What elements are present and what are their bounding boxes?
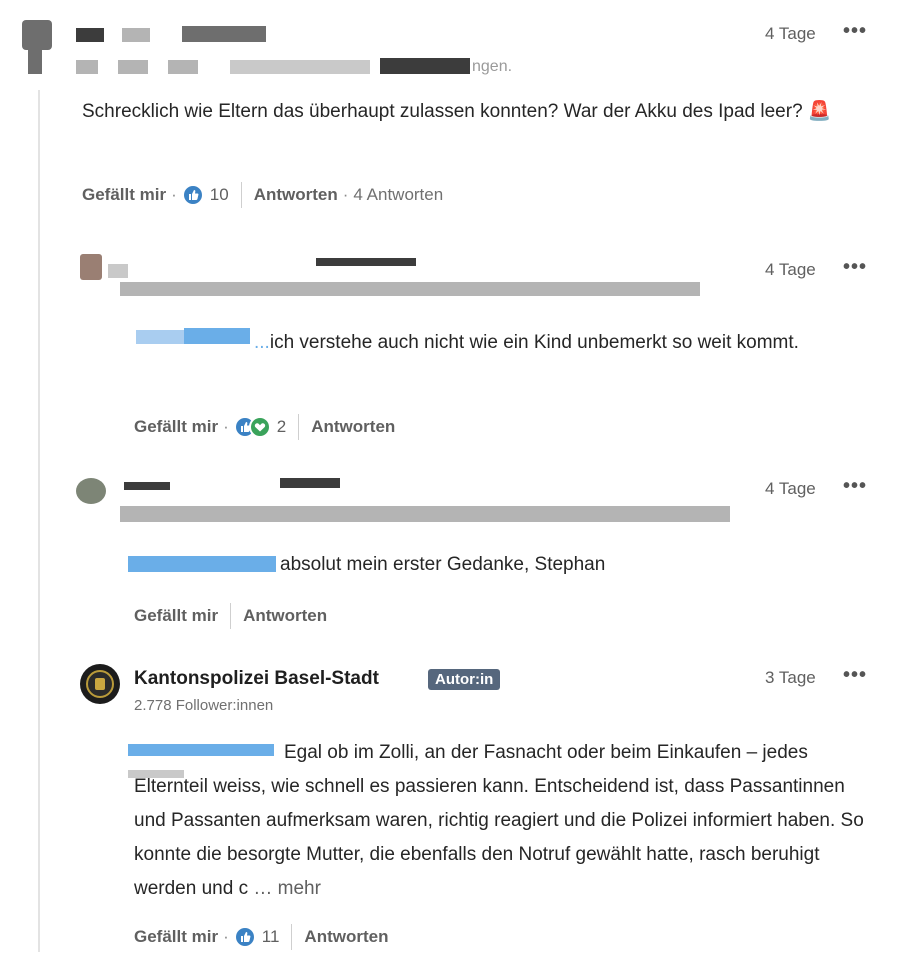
reply-button[interactable]: Antworten <box>304 927 388 947</box>
author-name[interactable]: Kantonspolizei Basel-Stadt <box>134 668 379 690</box>
author-name-redacted[interactable] <box>76 28 104 42</box>
author-name-redacted[interactable] <box>316 258 416 266</box>
divider <box>298 414 300 440</box>
comment-time: 3 Tage <box>765 668 816 687</box>
reply-count[interactable]: 4 Antworten <box>353 185 443 205</box>
support-reaction-icon[interactable] <box>248 416 271 438</box>
like-button[interactable]: Gefällt mir <box>82 185 166 205</box>
comment-actions: Gefällt mir · 10 Antworten · 4 Antworten <box>82 182 443 208</box>
redacted-block <box>280 478 340 488</box>
redacted-block <box>168 60 198 74</box>
comment-time: 4 Tage <box>765 24 816 43</box>
comment-text: Egal ob im Zolli, an der Fasnacht oder b… <box>134 742 864 899</box>
comment-time: 4 Tage <box>765 260 816 279</box>
redacted-block <box>182 26 266 42</box>
headline-fragment: ngen. <box>472 58 513 75</box>
more-options-icon[interactable]: ••• <box>843 256 867 279</box>
headline-redacted <box>120 506 730 522</box>
avatar-redacted[interactable] <box>22 20 52 50</box>
redacted-block <box>230 60 370 74</box>
comment-text: Schrecklich wie Eltern das überhaupt zul… <box>82 101 832 122</box>
separator-dot: · <box>223 417 229 436</box>
more-options-icon[interactable]: ••• <box>843 20 867 43</box>
redacted-block <box>108 264 128 278</box>
like-reaction-icon[interactable] <box>181 184 204 206</box>
comment-actions: Gefällt mir Antworten <box>134 603 327 629</box>
separator-dot: · <box>342 185 349 204</box>
comment-actions: Gefällt mir · 2 Antworten <box>134 414 395 440</box>
redacted-block <box>122 28 150 42</box>
reaction-count[interactable]: 2 <box>277 417 286 437</box>
comment-time: 4 Tage <box>765 479 816 498</box>
avatar[interactable] <box>80 664 120 704</box>
author-name-redacted[interactable] <box>124 482 170 490</box>
like-button[interactable]: Gefällt mir <box>134 417 218 437</box>
like-button[interactable]: Gefällt mir <box>134 927 218 947</box>
follower-count: 2.778 Follower:innen <box>134 697 274 714</box>
comment-text: absolut mein erster Gedanke, Stephan <box>280 554 606 575</box>
headline-redacted <box>120 282 700 296</box>
like-reaction-icon[interactable] <box>233 926 256 948</box>
reaction-count[interactable]: 11 <box>262 927 280 947</box>
like-button[interactable]: Gefällt mir <box>134 606 218 626</box>
avatar-redacted[interactable] <box>80 254 102 280</box>
divider <box>291 924 293 950</box>
redacted-block <box>118 60 148 74</box>
reply-button[interactable]: Antworten <box>254 185 338 205</box>
separator-dot: · <box>223 927 229 946</box>
mention-redacted[interactable] <box>128 556 276 572</box>
comment-actions: Gefällt mir · 11 Antworten <box>134 924 388 950</box>
avatar-redacted[interactable] <box>76 478 106 504</box>
author-badge: Autor:in <box>428 669 501 690</box>
divider <box>240 182 242 208</box>
avatar-redacted-part <box>28 48 42 74</box>
police-badge-icon <box>86 670 114 698</box>
redacted-block <box>380 58 470 74</box>
headline-redacted <box>76 60 98 74</box>
more-options-icon[interactable]: ••• <box>843 475 867 498</box>
more-options-icon[interactable]: ••• <box>843 664 867 687</box>
thread-line <box>38 90 40 952</box>
divider <box>230 603 232 629</box>
more-link[interactable]: … mehr <box>253 878 321 899</box>
reaction-count[interactable]: 10 <box>210 185 229 205</box>
reply-button[interactable]: Antworten <box>243 606 327 626</box>
comment-text: ...ich verstehe auch nicht wie ein Kind … <box>254 332 799 353</box>
reply-button[interactable]: Antworten <box>311 417 395 437</box>
separator-dot: · <box>171 185 177 204</box>
